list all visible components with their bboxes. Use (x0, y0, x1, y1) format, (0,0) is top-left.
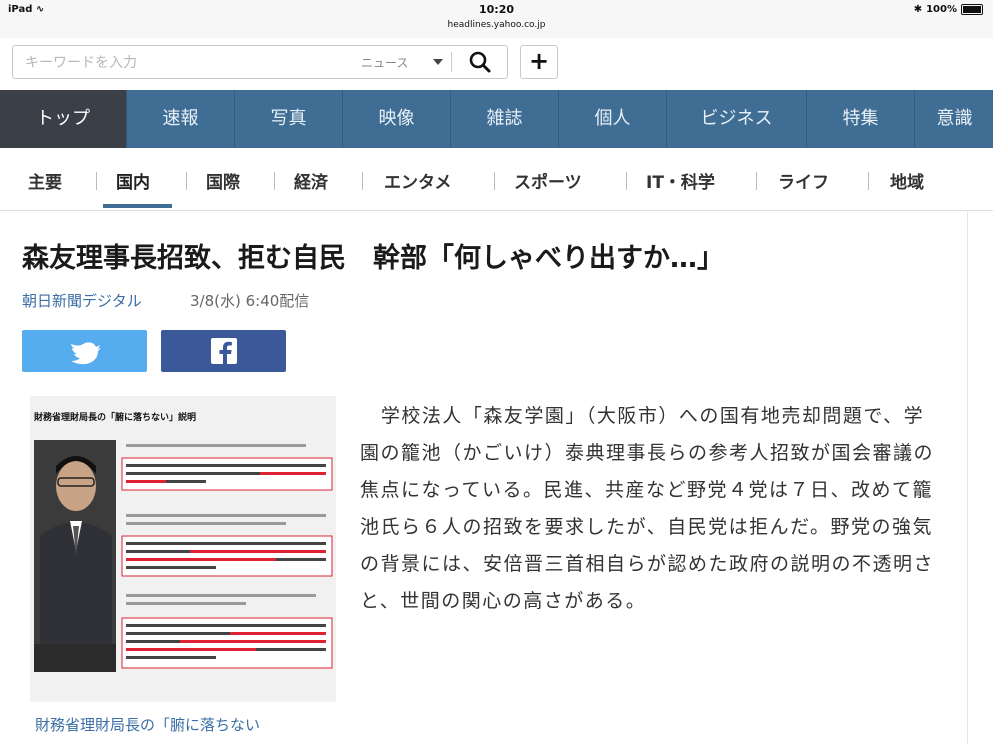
tab-divider (626, 172, 627, 190)
search-icon (469, 51, 491, 73)
subtab-4[interactable]: エンタメ (384, 168, 452, 193)
twitter-share-button[interactable] (22, 330, 147, 372)
add-button[interactable]: + (520, 45, 558, 79)
article-paragraph: 学校法人「森友学園」（大阪市）への国有地売却問題で、学園の籠池（かごいけ）泰典理… (360, 405, 935, 612)
active-tab-indicator (103, 204, 172, 208)
article-photo[interactable]: 財務省理財局長の「腑に落ちない」説明 (30, 396, 336, 702)
article-date: 3/8(水) 6:40配信 (190, 292, 310, 310)
chevron-down-icon[interactable] (433, 59, 443, 65)
nav-item-7[interactable]: 特集 (807, 90, 915, 148)
subtab-0[interactable]: 主要 (28, 168, 62, 193)
subtab-2[interactable]: 国際 (206, 168, 240, 193)
clock: 10:20 (478, 3, 514, 16)
search-box: ニュース (12, 45, 508, 79)
tab-divider (96, 172, 97, 190)
search-scope-select[interactable]: ニュース (361, 54, 408, 71)
article-headline: 森友理事長招致、拒む自民 幹部「何しゃべり出すか…」 (22, 243, 724, 274)
tab-divider (756, 172, 757, 190)
photo-caption-link[interactable]: 財務省理財局長の「腑に落ちない (35, 714, 260, 735)
search-row: ニュース + (0, 38, 993, 91)
battery-percent: 100% (926, 4, 957, 15)
category-tabs: 主要 国内 国際 経済 エンタメ スポーツ IT・科学 ライフ 地域 (0, 148, 993, 211)
nav-item-0[interactable]: トップ (0, 90, 127, 148)
tab-divider (274, 172, 275, 190)
subtab-6[interactable]: IT・科学 (646, 168, 715, 193)
tab-divider (494, 172, 495, 190)
photo-title: 財務省理財局長の「腑に落ちない」説明 (33, 411, 196, 423)
article-source-link[interactable]: 朝日新聞デジタル (22, 290, 142, 311)
nav-item-2[interactable]: 写真 (235, 90, 343, 148)
nav-item-3[interactable]: 映像 (343, 90, 451, 148)
nav-item-8[interactable]: 意識 (915, 90, 993, 148)
subtab-8[interactable]: 地域 (890, 168, 924, 193)
subtab-1[interactable]: 国内 (116, 168, 150, 193)
tab-divider (186, 172, 187, 190)
tab-divider (868, 172, 869, 190)
nav-item-4[interactable]: 雑誌 (451, 90, 559, 148)
search-button[interactable] (463, 48, 497, 76)
article-body: 学校法人「森友学園」（大阪市）への国有地売却問題で、学園の籠池（かごいけ）泰典理… (360, 398, 935, 620)
search-input[interactable] (23, 51, 337, 75)
divider (451, 52, 452, 72)
twitter-bird-icon (71, 342, 101, 365)
address-url[interactable]: headlines.yahoo.co.jp (0, 20, 993, 30)
nav-item-6[interactable]: ビジネス (667, 90, 807, 148)
main-nav: トップ 速報 写真 映像 雑誌 個人 ビジネス 特集 意識 (0, 90, 993, 148)
subtab-5[interactable]: スポーツ (514, 168, 582, 193)
facebook-share-button[interactable] (161, 330, 286, 372)
status-bar: iPad ∿ 10:20 headlines.yahoo.co.jp ✱ 100… (0, 0, 993, 38)
nav-item-5[interactable]: 個人 (559, 90, 667, 148)
content-border (967, 210, 968, 744)
facebook-f-icon (211, 338, 237, 364)
battery-icon (961, 4, 983, 15)
nav-item-1[interactable]: 速報 (127, 90, 235, 148)
subtab-3[interactable]: 経済 (294, 168, 328, 193)
bluetooth-icon: ✱ (913, 4, 923, 15)
subtab-7[interactable]: ライフ (778, 168, 829, 193)
tab-divider (362, 172, 363, 190)
status-right: ✱ 100% (914, 4, 983, 15)
